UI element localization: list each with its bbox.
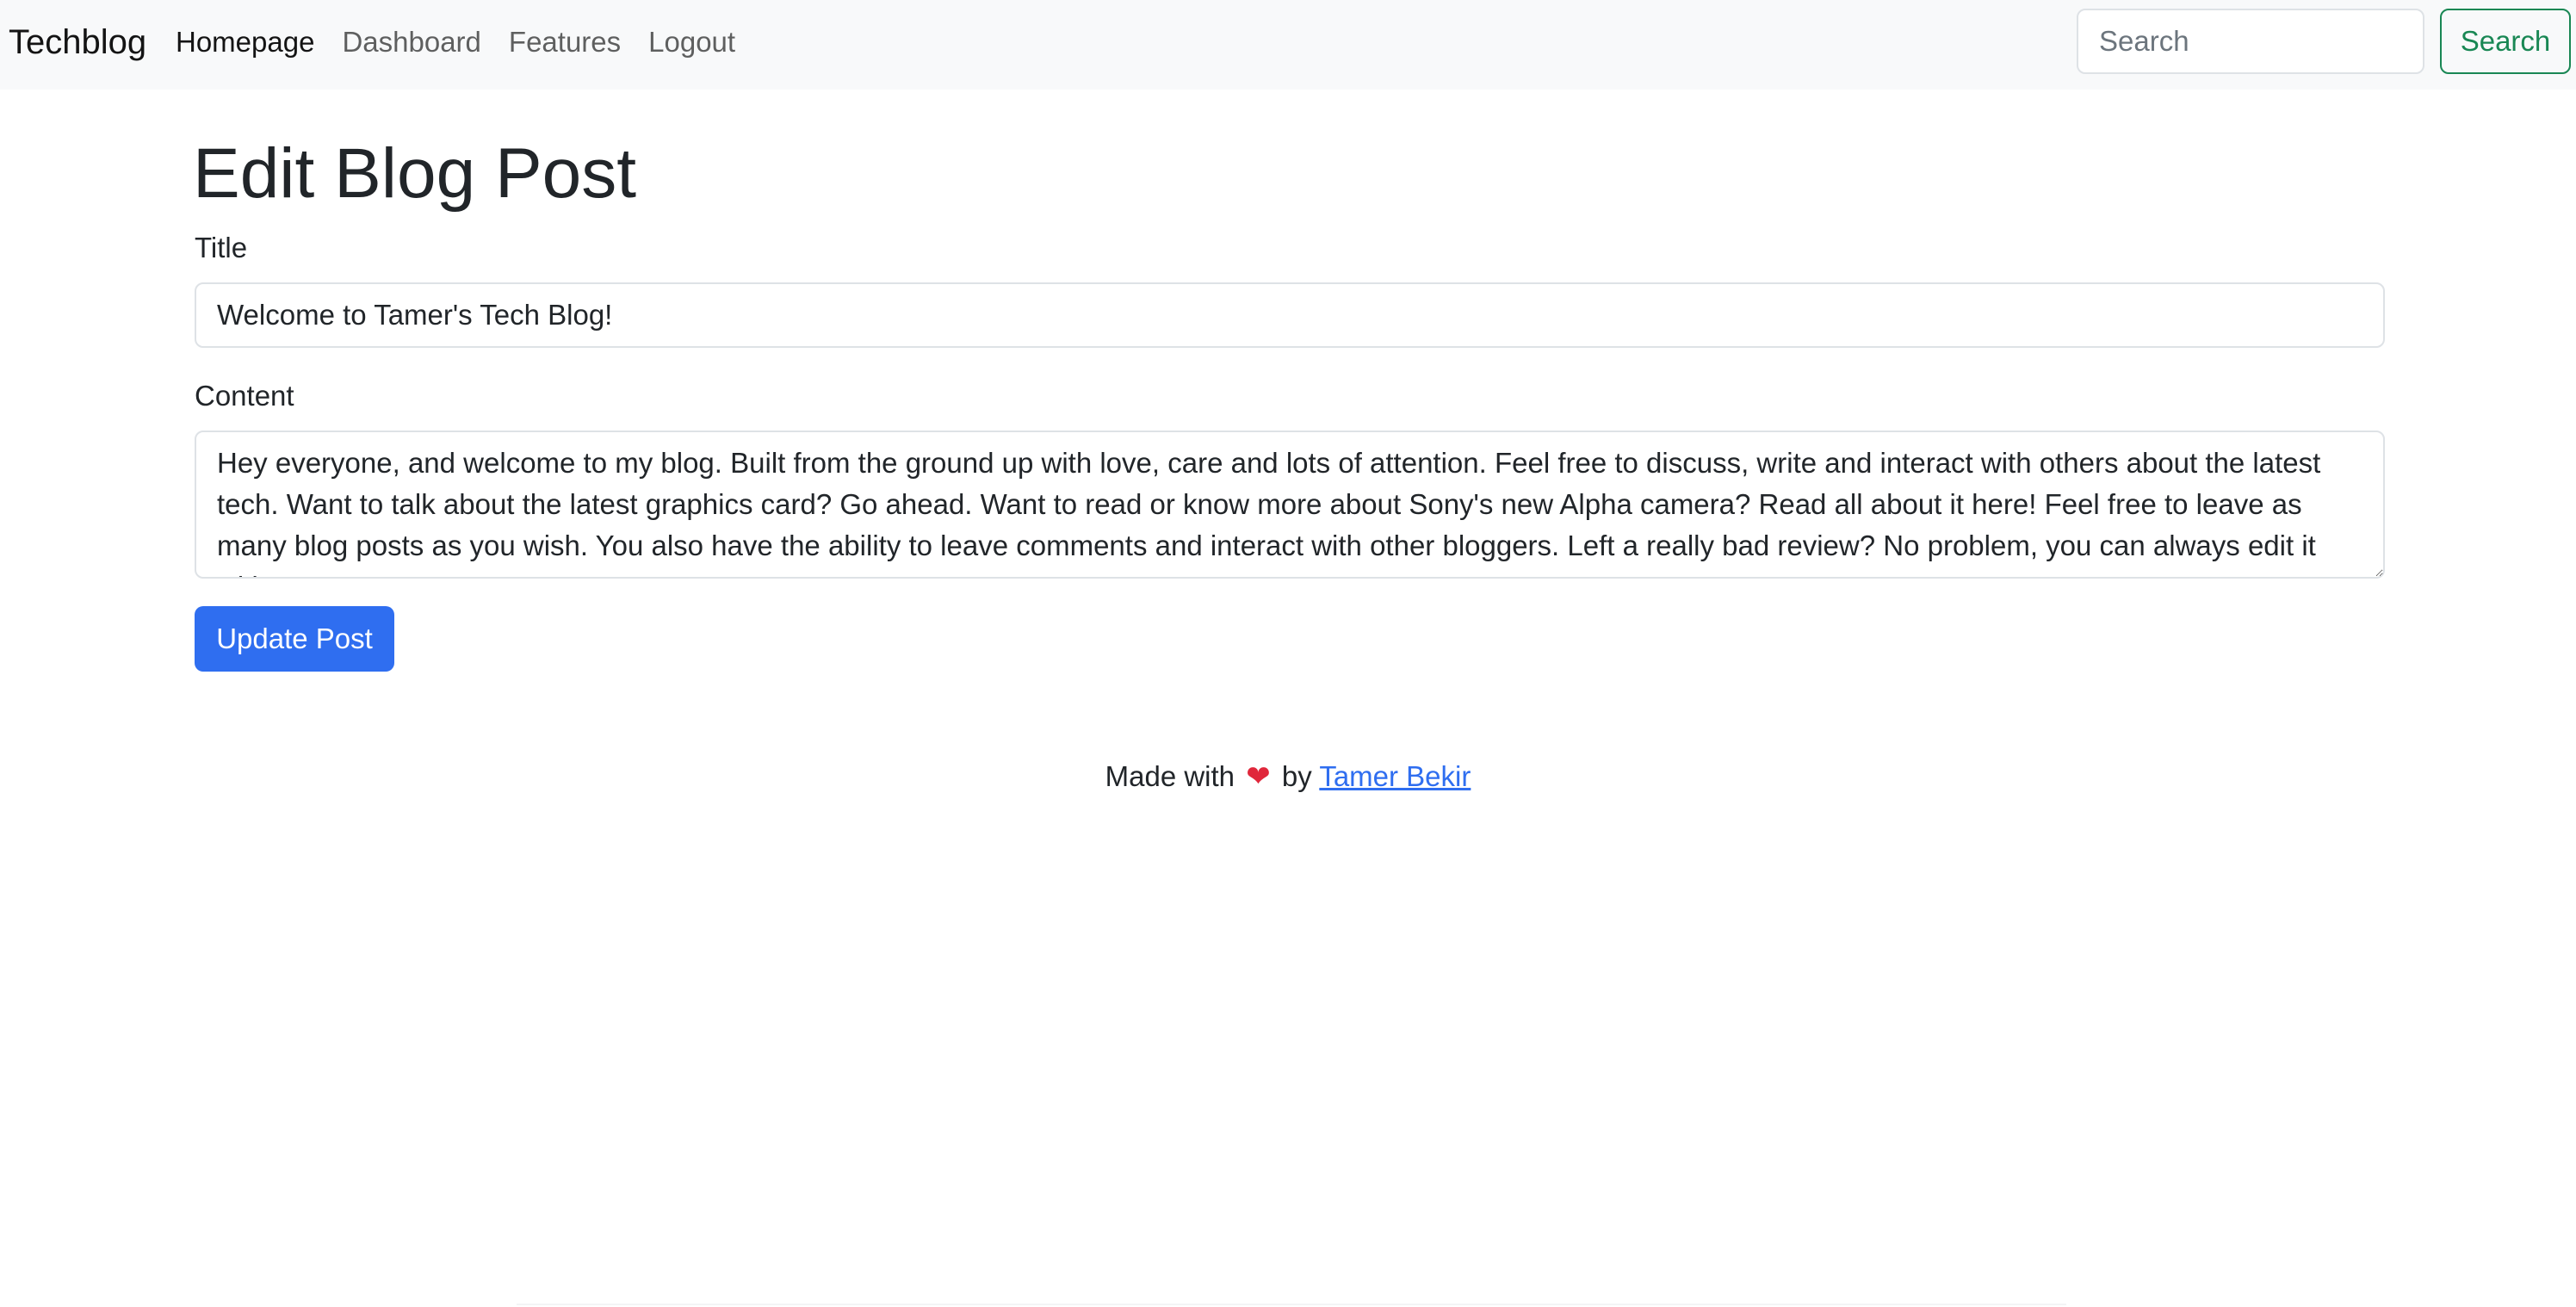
content-textarea[interactable]: Hey everyone, and welcome to my blog. Bu…: [195, 431, 2385, 579]
title-label: Title: [195, 232, 248, 263]
nav-link-homepage[interactable]: Homepage: [176, 24, 314, 60]
heart-icon: ❤: [1246, 760, 1271, 793]
footer-prefix-text: Made with: [1105, 760, 1235, 792]
search-button[interactable]: Search: [2440, 9, 2571, 74]
nav-links: Homepage Dashboard Features Logout: [176, 24, 763, 60]
nav-link-logout[interactable]: Logout: [648, 24, 735, 60]
nav-link-dashboard[interactable]: Dashboard: [342, 24, 480, 60]
nav-link-features[interactable]: Features: [509, 24, 621, 60]
update-post-button[interactable]: Update Post: [195, 606, 394, 672]
footer-by-text: by: [1281, 760, 1312, 792]
content-label: Content: [195, 380, 294, 412]
navbar: Techblog Homepage Dashboard Features Log…: [0, 0, 2576, 90]
title-field[interactable]: [195, 282, 2385, 348]
author-link[interactable]: Tamer Bekir: [1319, 760, 1471, 792]
page-divider: [517, 1304, 2066, 1305]
footer: Made with ❤ by Tamer Bekir: [0, 758, 2576, 796]
search-input[interactable]: [2077, 9, 2424, 74]
brand-logo[interactable]: Techblog: [9, 21, 146, 64]
page-title: Edit Blog Post: [193, 134, 637, 213]
